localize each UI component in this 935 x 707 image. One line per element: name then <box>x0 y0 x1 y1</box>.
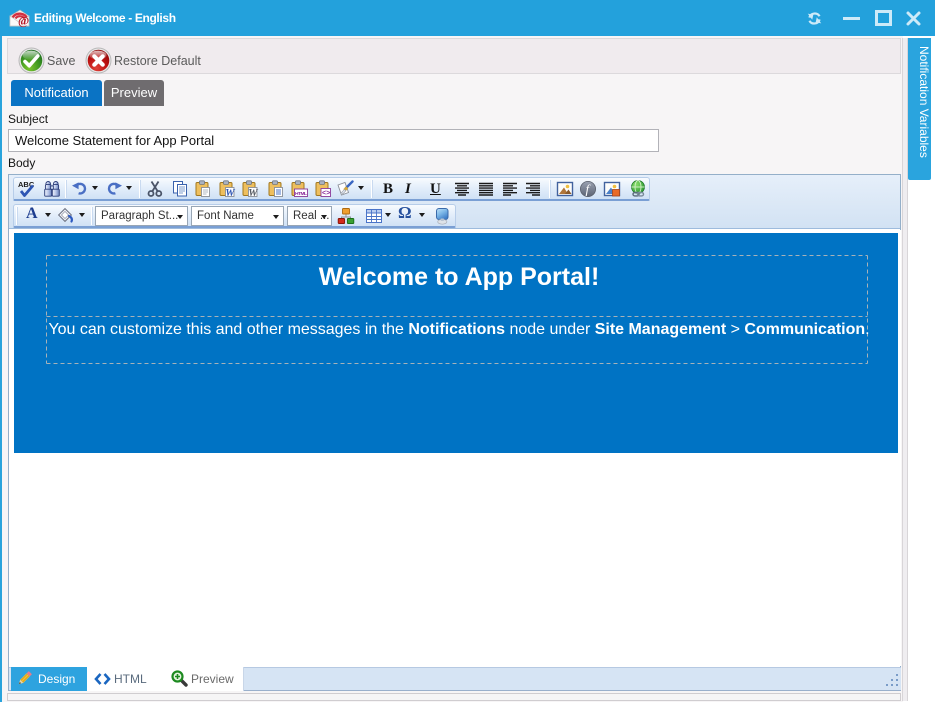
svg-text:W: W <box>225 188 235 198</box>
svg-text:<>: <> <box>322 190 330 197</box>
svg-text:HTML: HTML <box>295 191 307 197</box>
svg-text:@: @ <box>18 14 29 28</box>
svg-text:W: W <box>248 188 258 198</box>
